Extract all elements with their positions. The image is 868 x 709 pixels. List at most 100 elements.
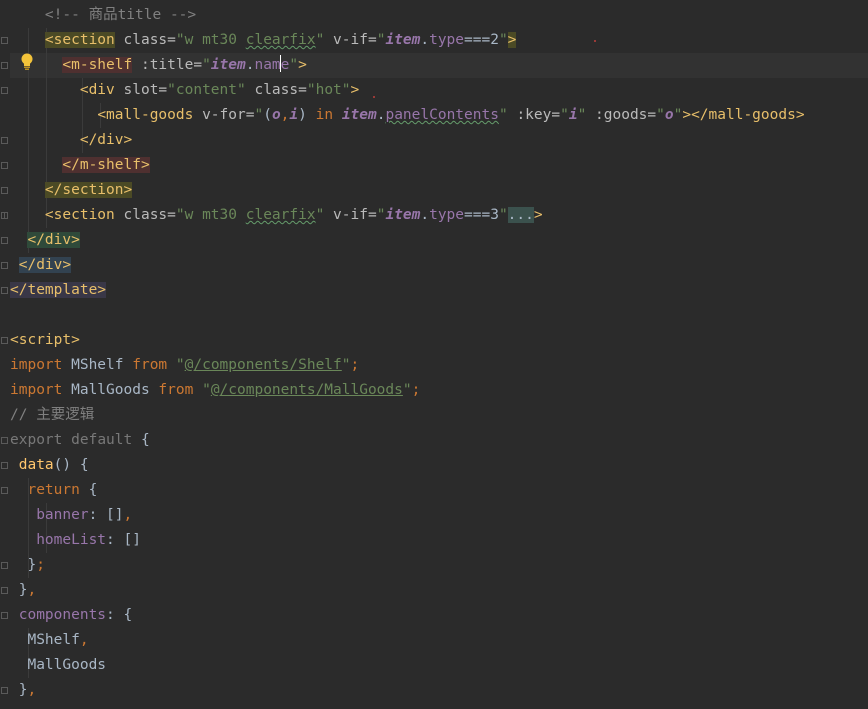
tag-close: </div> <box>18 257 72 273</box>
import-path[interactable]: @/components/Shelf <box>185 357 342 373</box>
code-line: return { <box>10 478 97 503</box>
punct: . <box>420 32 430 48</box>
identifier: MShelf <box>62 357 133 373</box>
fold-marker-icon[interactable] <box>1 162 8 169</box>
tag-close: </section> <box>44 182 133 198</box>
brace: : { <box>106 607 133 623</box>
code-line: </template> <box>10 278 107 303</box>
variable: item <box>385 207 421 223</box>
quote: " <box>175 357 185 373</box>
fold-marker-icon[interactable] <box>1 287 8 294</box>
punct: ) <box>298 107 307 123</box>
quote: " <box>341 357 351 373</box>
punct: ; <box>411 382 421 398</box>
tag-open: <section <box>44 32 115 48</box>
fold-marker-icon[interactable] <box>1 437 8 444</box>
fold-marker-icon[interactable] <box>1 87 8 94</box>
tag-open: <mall-goods <box>97 107 194 123</box>
error-marker <box>373 96 375 98</box>
attr-value: "w mt30 <box>175 32 246 48</box>
code-line: </m-shelf> <box>10 153 150 178</box>
quote: " <box>289 57 299 73</box>
tag-close: </m-shelf> <box>62 157 150 173</box>
fold-marker-icon[interactable] <box>1 612 8 619</box>
keyword: default <box>71 432 133 448</box>
quote: " <box>577 107 587 123</box>
attr-name: :title= <box>140 57 203 73</box>
attr-value: " <box>315 32 325 48</box>
attr-value: "hot" <box>306 82 351 98</box>
code-line: }; <box>10 553 44 578</box>
variable: i <box>289 107 299 123</box>
attr-value: clearfix <box>245 207 316 223</box>
quote: " <box>656 107 665 123</box>
keyword: export <box>10 432 63 448</box>
tag-close: > <box>298 57 307 73</box>
quote: " <box>498 107 508 123</box>
keyword: import <box>10 357 63 373</box>
fold-marker-icon[interactable] <box>1 62 8 69</box>
code-line: MShelf, <box>10 628 88 653</box>
import-path[interactable]: @/components/MallGoods <box>211 382 403 398</box>
quote: " <box>498 207 508 223</box>
quote: " <box>498 32 508 48</box>
tag-open: <script> <box>10 332 80 348</box>
fold-marker-icon[interactable] <box>1 687 8 694</box>
fold-marker-icon[interactable] <box>1 337 8 344</box>
brace: { <box>132 432 150 448</box>
expression: ===3 <box>464 207 499 223</box>
variable: item <box>210 57 246 73</box>
code-line: </div> <box>10 253 72 278</box>
fold-marker-icon[interactable] <box>1 262 8 269</box>
fold-marker-icon[interactable] <box>1 237 8 244</box>
brace: { <box>79 482 98 498</box>
property: type <box>429 207 465 223</box>
folded-region[interactable]: ... <box>507 207 534 223</box>
fold-marker-icon[interactable] <box>1 562 8 569</box>
tag-close: > <box>350 82 360 98</box>
code-line: components: { <box>10 603 133 628</box>
code-line: <mall-goods v-for="(o,i) in item.panelCo… <box>10 103 805 128</box>
brace: } <box>27 557 37 573</box>
attr-value: clearfix <box>245 32 316 48</box>
tag-close: ></mall-goods> <box>682 107 805 123</box>
fold-marker-icon[interactable] <box>1 137 8 144</box>
punct: , <box>123 507 133 523</box>
tag-open: <m-shelf <box>62 57 133 73</box>
js-comment: // 主要逻辑 <box>10 407 95 423</box>
fold-marker-icon[interactable] <box>1 487 8 494</box>
attr-name: class= <box>254 82 307 98</box>
fold-marker-icon[interactable] <box>1 37 8 44</box>
fold-marker-icon[interactable] <box>1 187 8 194</box>
function-name: data <box>18 457 54 473</box>
fold-marker-icon[interactable] <box>1 587 8 594</box>
code-line: }, <box>10 578 36 603</box>
tag-open: <div <box>79 82 115 98</box>
property: type <box>429 32 465 48</box>
punct: ( <box>263 107 272 123</box>
code-editor[interactable]: <!-- 商品title --> <section class="w mt30 … <box>0 0 868 709</box>
property: nam <box>254 57 281 73</box>
code-line: data() { <box>10 453 89 478</box>
error-marker <box>594 40 596 42</box>
attr-name: v-for= <box>202 107 255 123</box>
property: banner <box>36 507 89 523</box>
attr-name: slot= <box>123 82 168 98</box>
fold-marker-icon[interactable] <box>1 462 8 469</box>
code-line: }, <box>10 678 36 703</box>
quote: " <box>402 382 412 398</box>
attr-value: "w mt30 <box>175 207 246 223</box>
fold-marker-icon[interactable] <box>1 212 8 219</box>
property: homeList <box>36 532 107 548</box>
keyword: in <box>315 107 334 123</box>
code-line: <div slot="content" class="hot"> <box>10 78 359 103</box>
quote: " <box>560 107 569 123</box>
